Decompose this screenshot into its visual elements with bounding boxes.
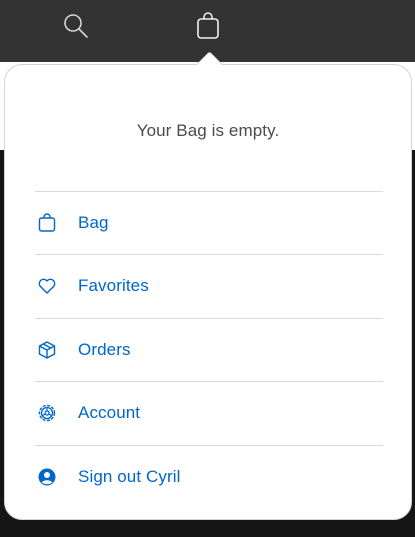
bag-icon [38,213,56,232]
menu-item-orders[interactable]: Orders [35,330,383,370]
empty-bag-message: Your Bag is empty. [136,121,280,140]
menu-item-label: Account [78,403,141,422]
menu-item-bag[interactable]: Bag [35,203,383,243]
menu-item-label: Orders [78,340,131,359]
divider [35,254,383,255]
bag-popover: Your Bag is empty. Bag Favorites Orders [4,51,412,520]
divider [35,318,383,319]
gear-icon [38,404,56,422]
user-circle-icon [38,468,56,486]
box-icon [38,341,56,359]
search-icon[interactable] [60,10,92,42]
divider [35,445,383,446]
menu-item-favorites[interactable]: Favorites [35,266,383,306]
menu-item-label: Favorites [78,276,149,295]
menu-item-label: Bag [78,213,109,232]
divider [35,381,383,382]
divider [35,191,383,192]
bag-icon[interactable] [192,10,224,42]
menu-item-label: Sign out Cyril [78,467,181,486]
menu-item-account[interactable]: Account [35,393,383,433]
menu-item-sign-out[interactable]: Sign out Cyril [35,457,383,497]
heart-icon [38,278,56,294]
